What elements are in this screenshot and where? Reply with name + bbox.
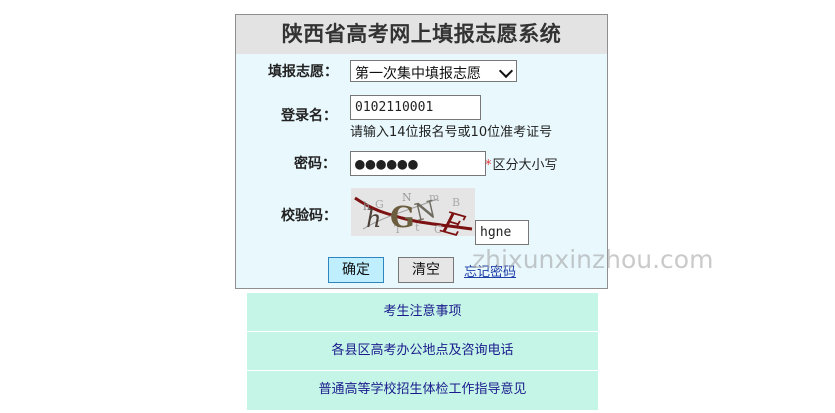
required-marker: * — [485, 158, 492, 173]
case-sensitive-hint: 区分大小写 — [492, 158, 558, 173]
captcha-character: G — [390, 200, 415, 234]
login-panel: 陕西省高考网上填报志愿系统 填报志愿： 第一次集中填报志愿 登录名： 01021… — [235, 14, 608, 289]
captcha-label: 校验码： — [281, 208, 337, 224]
notice-link-county-offices[interactable]: 各县区高考办公地点及咨询电话 — [247, 331, 598, 369]
password-hint: *区分大小写 — [485, 154, 558, 173]
notice-link-list: 考生注意事项 各县区高考办公地点及咨询电话 普通高等学校招生体检工作指导意见 — [247, 293, 598, 410]
page-title: 陕西省高考网上填报志愿系统 — [236, 15, 607, 54]
password-label: 密码： — [294, 156, 336, 172]
page: 陕西省高考网上填报志愿系统 填报志愿： 第一次集中填报志愿 登录名： 01021… — [0, 0, 835, 413]
password-input[interactable]: ●●●●●● — [350, 151, 486, 176]
clear-button[interactable]: 清空 — [398, 257, 454, 283]
chevron-down-icon — [498, 63, 514, 79]
volunteer-select[interactable]: 第一次集中填报志愿 — [350, 60, 517, 82]
volunteer-selected-value: 第一次集中填报志愿 — [355, 66, 481, 82]
notice-link-exam-rules[interactable]: 考生注意事项 — [247, 293, 598, 331]
captcha-input[interactable]: hgne — [475, 220, 529, 245]
confirm-button[interactable]: 确定 — [328, 257, 384, 283]
captcha-image[interactable]: h G N m B T t C h G N E — [351, 188, 475, 236]
login-name-input[interactable]: 0102110001 — [350, 95, 481, 120]
login-name-label: 登录名： — [281, 108, 337, 124]
forgot-password-link[interactable]: 忘记密码 — [464, 261, 516, 280]
volunteer-label: 填报志愿： — [268, 64, 338, 80]
notice-link-health-guidance[interactable]: 普通高等学校招生体检工作指导意见 — [247, 370, 598, 408]
captcha-character: h — [366, 205, 381, 233]
login-name-hint: 请输入14位报名号或10位准考证号 — [350, 125, 553, 140]
